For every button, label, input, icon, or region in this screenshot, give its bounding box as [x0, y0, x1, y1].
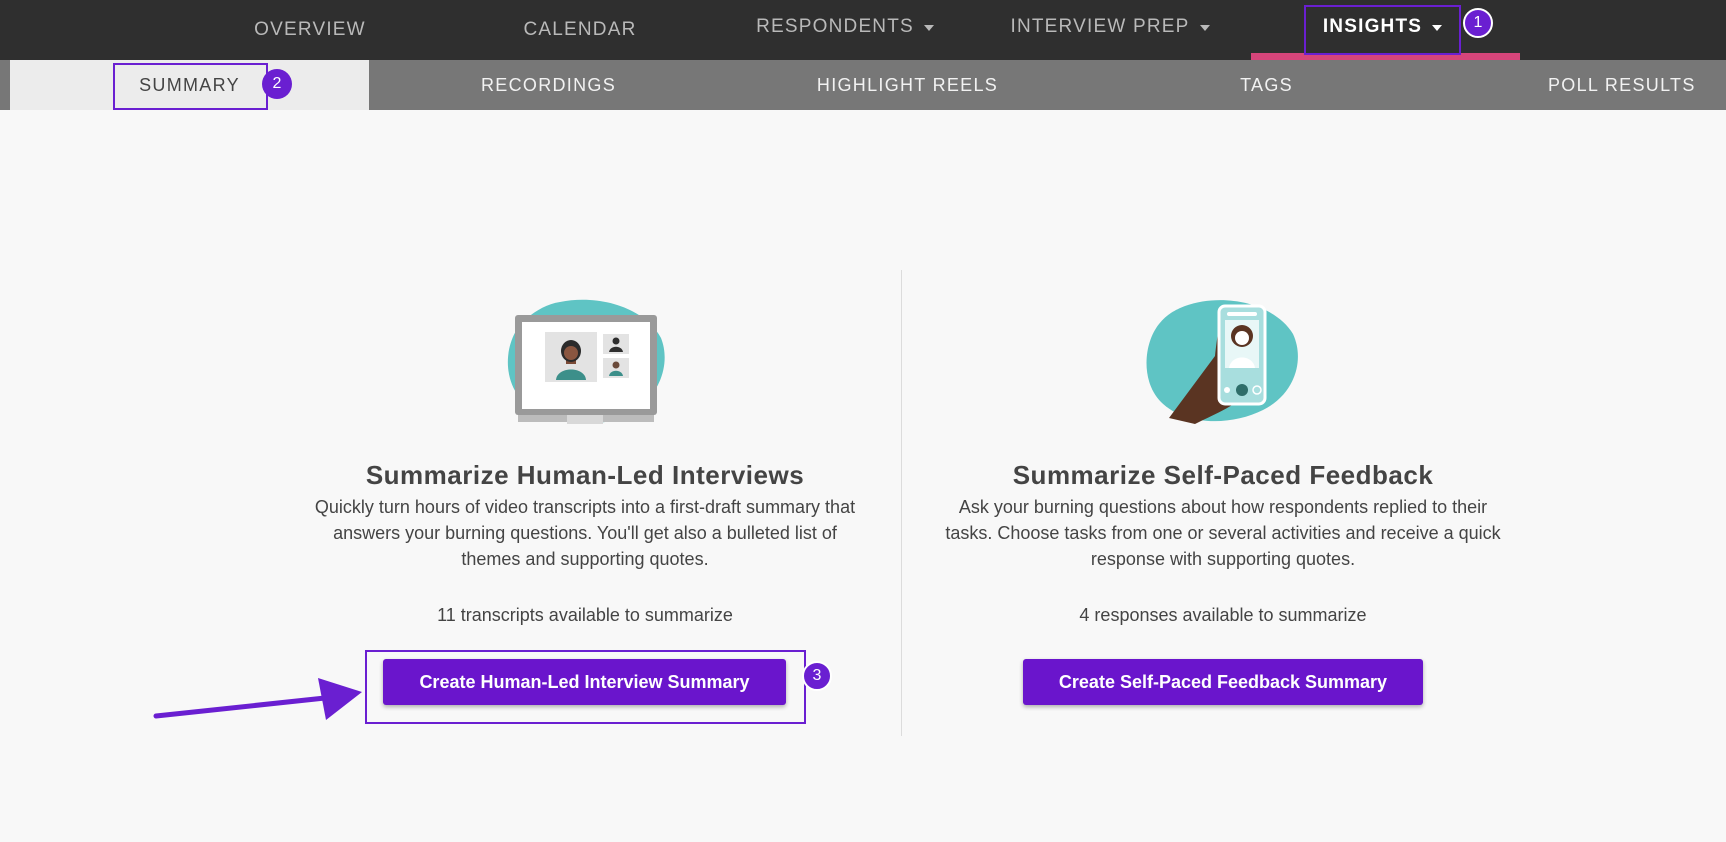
nav-calendar[interactable]: CALENDAR: [480, 0, 680, 60]
annotation-badge-3: 3: [802, 661, 832, 691]
tab-recordings[interactable]: RECORDINGS: [369, 60, 728, 110]
nav-overview-label: OVERVIEW: [254, 19, 366, 40]
video-conference-illustration: [507, 299, 665, 424]
create-human-led-summary-button[interactable]: Create Human-Led Interview Summary: [383, 659, 786, 705]
annotation-badge-1: 1: [1463, 8, 1493, 38]
nav-interview-prep[interactable]: INTERVIEW PREP: [995, 0, 1225, 54]
tab-tags-label: TAGS: [1240, 74, 1293, 95]
nav-calendar-label: CALENDAR: [523, 19, 637, 40]
tab-poll-results-label: POLL RESULTS: [1548, 74, 1696, 95]
human-led-title: Summarize Human-Led Interviews: [365, 460, 805, 490]
nav-overview[interactable]: OVERVIEW: [210, 0, 410, 60]
self-paced-count: 4 responses available to summarize: [1079, 605, 1367, 625]
tab-poll-results[interactable]: POLL RESULTS: [1446, 60, 1726, 110]
chevron-down-icon: [1199, 25, 1210, 31]
annotation-arrow: [153, 678, 362, 720]
human-led-count: 11 transcripts available to summarize: [437, 605, 733, 625]
nav-respondents-label: RESPONDENTS: [756, 16, 914, 37]
nav-respondents[interactable]: RESPONDENTS: [735, 0, 955, 54]
create-self-paced-summary-button[interactable]: Create Self-Paced Feedback Summary: [1023, 659, 1423, 705]
tab-highlight-reels[interactable]: HIGHLIGHT REELS: [728, 60, 1087, 110]
nav-interview-prep-label: INTERVIEW PREP: [1010, 16, 1190, 37]
annotation-box-summary: [113, 63, 268, 110]
self-paced-title: Summarize Self-Paced Feedback: [1012, 460, 1434, 490]
tab-tags[interactable]: TAGS: [1087, 60, 1446, 110]
column-divider: [901, 270, 902, 736]
human-led-description: Quickly turn hours of video transcripts …: [314, 497, 856, 569]
phone-in-hand-illustration: [1146, 300, 1298, 424]
chevron-down-icon: [923, 25, 934, 31]
self-paced-description: Ask your burning questions about how res…: [945, 497, 1501, 569]
annotation-badge-2: 2: [262, 69, 292, 99]
tab-highlight-reels-label: HIGHLIGHT REELS: [816, 74, 999, 95]
annotation-box-insights: [1304, 5, 1461, 55]
tab-recordings-label: RECORDINGS: [480, 74, 616, 95]
